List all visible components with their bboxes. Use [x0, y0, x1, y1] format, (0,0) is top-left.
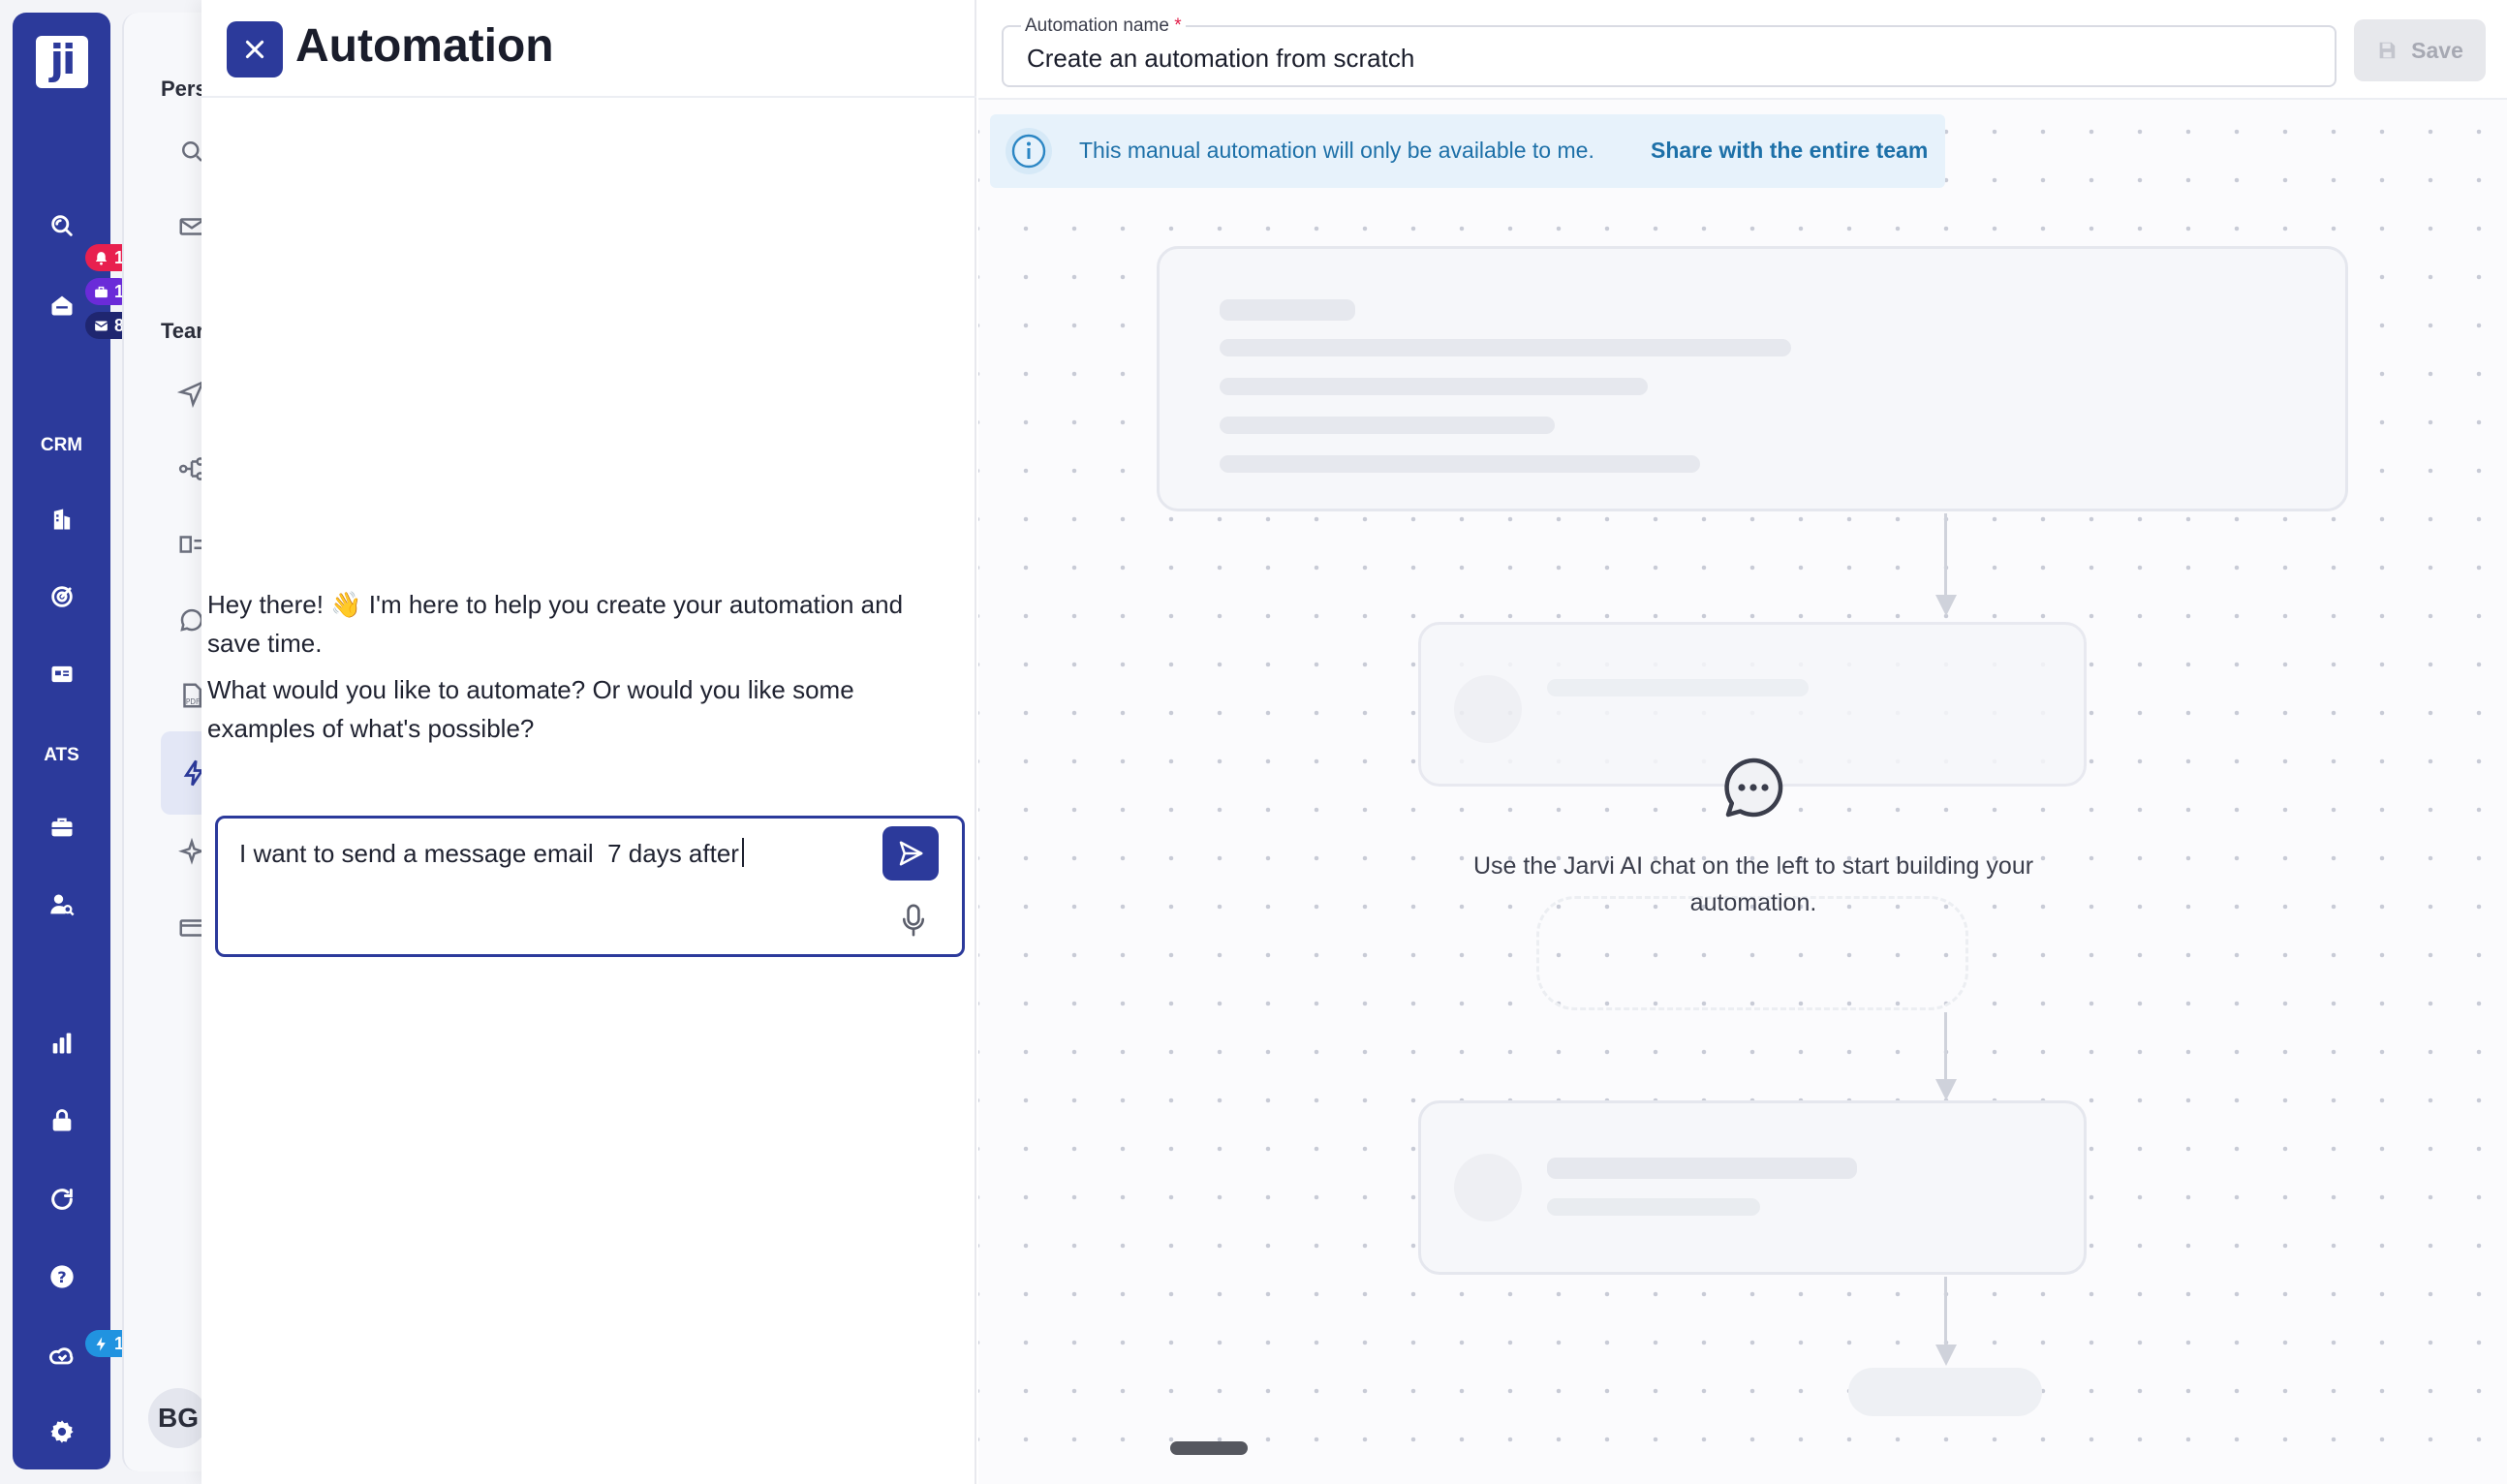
bell-icon: [95, 251, 108, 265]
info-icon: [1006, 128, 1052, 174]
placeholder-end-pill: [1848, 1368, 2042, 1416]
modal-header: Automation: [201, 0, 976, 98]
main-nav-rail: ji CRM ATS ?: [13, 13, 110, 1469]
app-logo[interactable]: ji: [36, 36, 88, 88]
svg-text:PDF: PDF: [186, 697, 201, 706]
skeleton-avatar: [1454, 1154, 1522, 1221]
placeholder-step-card: [1418, 1100, 2087, 1275]
automation-name-field[interactable]: Automation name * Create an automation f…: [1002, 15, 2337, 87]
skeleton-line: [1547, 1198, 1760, 1216]
company-icon[interactable]: [46, 503, 78, 536]
briefcase-small-icon: [95, 286, 108, 297]
close-button[interactable]: [227, 21, 283, 77]
ai-chat-pane: Automation Hey there! 👋 I'm here to help…: [201, 0, 976, 1484]
visibility-info-banner: This manual automation will only be avai…: [990, 114, 1945, 188]
microphone-icon[interactable]: [901, 903, 926, 938]
close-icon: [245, 40, 264, 59]
page-title: Automation: [295, 20, 554, 72]
automation-modal: Automation Hey there! 👋 I'm here to help…: [201, 0, 2507, 1484]
candidate-search-icon[interactable]: [46, 888, 78, 921]
lightning-icon: [96, 1336, 106, 1351]
settings-gear-icon[interactable]: [46, 1415, 78, 1448]
save-disk-icon: [2379, 42, 2396, 59]
lock-icon[interactable]: [46, 1104, 78, 1137]
skeleton-line: [1220, 299, 1355, 321]
skeleton-line: [1220, 339, 1791, 356]
chat-dots-icon: [1724, 757, 1783, 818]
send-icon: [899, 841, 923, 866]
automation-name-label: Automation name *: [1021, 15, 1186, 37]
automation-builder-pane: Automation name * Create an automation f…: [978, 0, 2507, 1484]
inbox-icon[interactable]: [46, 289, 78, 322]
connector-arrow: [1935, 1345, 1957, 1366]
analytics-icon[interactable]: [46, 1027, 78, 1060]
skeleton-line: [1220, 378, 1648, 395]
bg-section-team: Tear: [161, 319, 204, 343]
connector-line: [1944, 1012, 1947, 1088]
target-icon[interactable]: [46, 580, 78, 613]
skeleton-line: [1220, 455, 1700, 473]
skeleton-line: [1547, 679, 1809, 696]
assistant-message-greeting: Hey there! 👋 I'm here to help you create…: [207, 590, 904, 658]
builder-header: Automation name * Create an automation f…: [978, 0, 2507, 100]
contact-card-icon[interactable]: [46, 658, 78, 691]
bg-section-personal: Pers: [161, 77, 207, 101]
search-refresh-icon[interactable]: [46, 209, 78, 242]
horizontal-scrollbar-handle[interactable]: [1170, 1441, 1248, 1455]
placeholder-trigger-card: [1157, 246, 2348, 511]
chat-composer[interactable]: I want to send a message email 7 days af…: [215, 816, 965, 957]
banner-text: This manual automation will only be avai…: [1079, 138, 1594, 163]
connector-arrow: [1935, 1079, 1957, 1100]
text-caret: [741, 838, 744, 867]
connector-line: [1944, 513, 1947, 603]
share-with-team-link[interactable]: Share with the entire team: [1651, 138, 1928, 164]
rail-section-ats: ATS: [44, 745, 79, 765]
chat-input-text[interactable]: I want to send a message email 7 days af…: [239, 838, 744, 869]
automation-name-value[interactable]: Create an automation from scratch: [1027, 44, 1414, 74]
skeleton-line: [1220, 417, 1555, 434]
briefcase-icon[interactable]: [46, 811, 78, 844]
help-icon[interactable]: ?: [46, 1260, 78, 1293]
sync-icon[interactable]: [46, 1183, 78, 1216]
connector-line: [1944, 1277, 1947, 1352]
empty-state-text: Use the Jarvi AI chat on the left to sta…: [1472, 852, 2034, 916]
connector-arrow: [1935, 595, 1957, 616]
save-button-label: Save: [2411, 37, 2463, 63]
svg-text:?: ?: [57, 1268, 66, 1286]
empty-state-message: Use the Jarvi AI chat on the left to sta…: [1434, 756, 2073, 921]
assistant-message-question: What would you like to automate? Or woul…: [207, 675, 854, 743]
user-avatar[interactable]: BG: [148, 1388, 208, 1448]
mail-icon: [94, 321, 108, 330]
skeleton-avatar: [1454, 675, 1522, 743]
cloud-check-icon[interactable]: [46, 1340, 78, 1373]
rail-section-crm: CRM: [40, 435, 83, 455]
send-button[interactable]: [882, 826, 939, 881]
skeleton-line: [1547, 1158, 1857, 1179]
save-button[interactable]: Save: [2354, 19, 2486, 81]
